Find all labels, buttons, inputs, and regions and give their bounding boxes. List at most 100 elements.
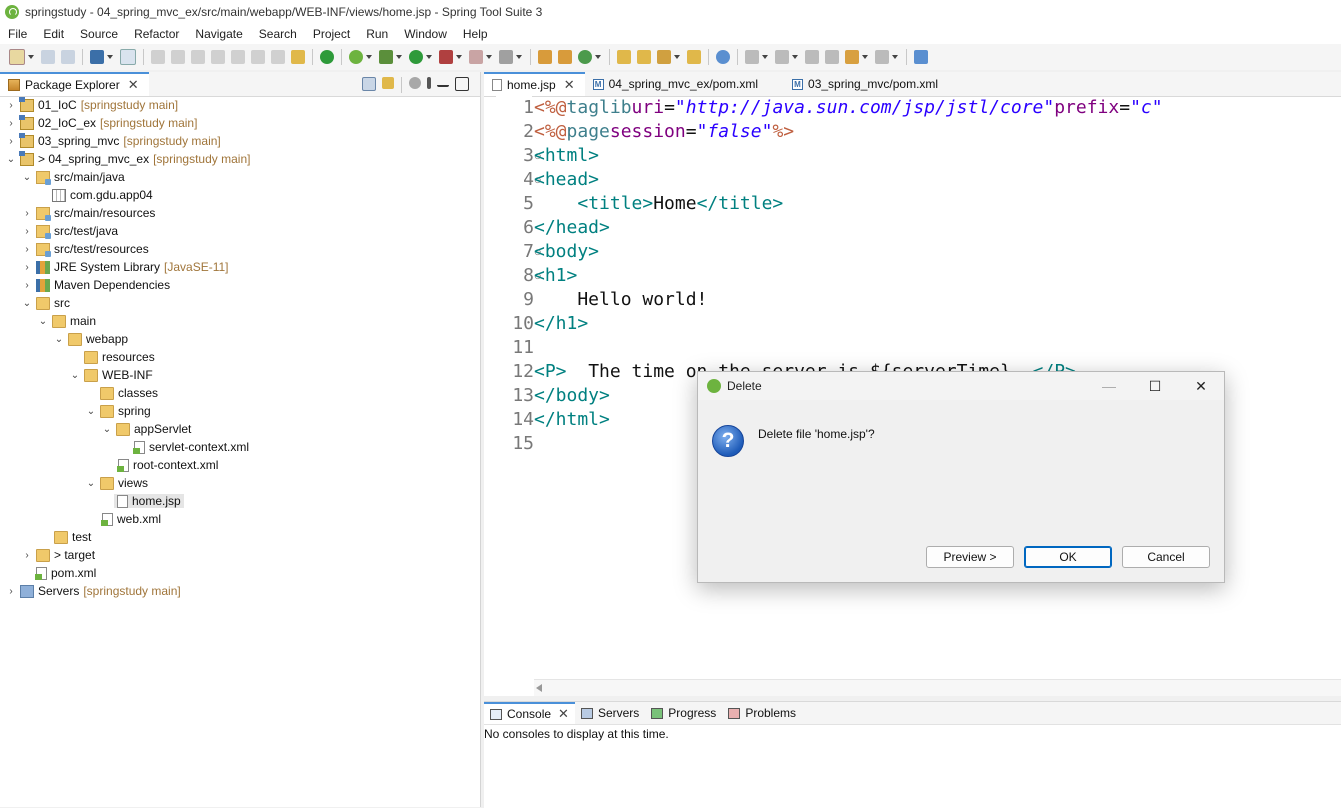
chevron-right-icon[interactable]: › <box>22 262 32 273</box>
tree-item-pom-xml[interactable]: pom.xml <box>0 564 480 582</box>
terminate-icon[interactable] <box>191 50 205 64</box>
chevron-right-icon[interactable]: › <box>6 118 16 129</box>
tab-04-spring-mvc-ex-pom[interactable]: M 04_spring_mvc_ex/pom.xml <box>585 72 768 96</box>
forward-icon[interactable] <box>875 50 889 64</box>
new-java-class-icon[interactable] <box>558 50 572 64</box>
tree-item-03-spring-mvc[interactable]: › 03_spring_mvc [springstudy main] <box>0 132 480 150</box>
debug-icon[interactable] <box>379 50 393 64</box>
link-with-editor-icon[interactable] <box>382 77 394 89</box>
chevron-right-icon[interactable]: › <box>6 586 16 597</box>
menu-search[interactable]: Search <box>251 27 305 41</box>
chevron-down-icon[interactable]: ⌄ <box>86 478 96 489</box>
last-edit-location-icon[interactable] <box>805 50 819 64</box>
chevron-down-icon[interactable]: ⌄ <box>38 316 48 327</box>
chevron-right-icon[interactable]: › <box>22 550 32 561</box>
dialog-title-bar[interactable]: Delete — ☐ ✕ <box>698 372 1224 400</box>
drop-to-frame-icon[interactable] <box>291 50 305 64</box>
tree-item-src-main-java[interactable]: ⌄ src/main/java <box>0 168 480 186</box>
coverage-dropdown-icon[interactable] <box>456 55 462 59</box>
maximize-button[interactable]: ☐ <box>1132 372 1178 400</box>
tree-item-main[interactable]: ⌄ main <box>0 312 480 330</box>
preview-button[interactable]: Preview > <box>926 546 1014 568</box>
disconnect-icon[interactable] <box>211 50 225 64</box>
close-icon[interactable]: ✕ <box>558 706 569 722</box>
chevron-right-icon[interactable]: › <box>6 100 16 111</box>
step-over-icon[interactable] <box>251 50 265 64</box>
menu-help[interactable]: Help <box>455 27 496 41</box>
tree-item-test[interactable]: test <box>0 528 480 546</box>
chevron-down-icon[interactable]: ⌄ <box>6 154 16 165</box>
chevron-down-icon[interactable]: ⌄ <box>70 370 80 381</box>
new-java-package-icon[interactable] <box>538 50 552 64</box>
save-icon[interactable] <box>41 50 55 64</box>
back-icon[interactable] <box>845 50 859 64</box>
tree-item-resources[interactable]: resources <box>0 348 480 366</box>
tree-item-servlet-context-xml[interactable]: servlet-context.xml <box>0 438 480 456</box>
tree-item-home-jsp[interactable]: home.jsp <box>0 492 480 510</box>
horizontal-scrollbar[interactable] <box>534 679 1341 696</box>
tab-package-explorer[interactable]: Package Explorer ✕ <box>0 72 149 96</box>
tree-item-views[interactable]: ⌄ views <box>0 474 480 492</box>
step-return-icon[interactable] <box>271 50 285 64</box>
tree-item-src-test-java[interactable]: › src/test/java <box>0 222 480 240</box>
tab-progress[interactable]: Progress <box>645 702 722 724</box>
tree-item-01-ioc[interactable]: › 01_IoC [springstudy main] <box>0 96 480 114</box>
terminal-icon[interactable] <box>90 50 104 64</box>
menu-run[interactable]: Run <box>358 27 396 41</box>
spring-boot-icon[interactable] <box>349 50 363 64</box>
tree-item-target[interactable]: › > target <box>0 546 480 564</box>
run-dropdown-icon[interactable] <box>426 55 432 59</box>
tab-console[interactable]: Console ✕ <box>484 702 575 724</box>
menu-file[interactable]: File <box>0 27 35 41</box>
tree-item-web-xml[interactable]: web.xml <box>0 510 480 528</box>
terminal-dropdown-icon[interactable] <box>107 55 113 59</box>
resume-icon[interactable] <box>151 50 165 64</box>
spring-boot-dropdown-icon[interactable] <box>366 55 372 59</box>
tree-item-spring[interactable]: ⌄ spring <box>0 402 480 420</box>
tree-item-classes[interactable]: classes <box>0 384 480 402</box>
menu-source[interactable]: Source <box>72 27 126 41</box>
chevron-right-icon[interactable]: › <box>22 208 32 219</box>
chevron-down-icon[interactable]: ⌄ <box>102 424 112 435</box>
chevron-right-icon[interactable]: › <box>22 226 32 237</box>
close-icon[interactable]: ✕ <box>128 77 139 93</box>
external-tools-dropdown-icon[interactable] <box>516 55 522 59</box>
chevron-right-icon[interactable]: › <box>22 244 32 255</box>
tree-item-04-spring-mvc-ex[interactable]: ⌄ > 04_spring_mvc_ex [springstudy main] <box>0 150 480 168</box>
focus-icon[interactable] <box>409 77 421 89</box>
close-icon[interactable]: ✕ <box>564 77 575 93</box>
tree-item-src-main-resources[interactable]: › src/main/resources <box>0 204 480 222</box>
open-resource-icon[interactable] <box>637 50 651 64</box>
close-button[interactable]: ✕ <box>1178 372 1224 400</box>
edit-location-forward-icon[interactable] <box>825 50 839 64</box>
tab-problems[interactable]: Problems <box>722 702 802 724</box>
tab-03-spring-mvc-pom[interactable]: M 03_spring_mvc/pom.xml <box>784 72 948 96</box>
power-icon[interactable] <box>320 50 334 64</box>
run-icon[interactable] <box>409 50 423 64</box>
next-annotation-dropdown-icon[interactable] <box>762 55 768 59</box>
stop-dropdown-icon[interactable] <box>486 55 492 59</box>
chevron-down-icon[interactable]: ⌄ <box>54 334 64 345</box>
step-into-icon[interactable] <box>231 50 245 64</box>
tree-item-src-test-resources[interactable]: › src/test/resources <box>0 240 480 258</box>
tree-item-maven-dependencies[interactable]: › Maven Dependencies <box>0 276 480 294</box>
new-icon[interactable] <box>9 49 25 65</box>
forward-dropdown-icon[interactable] <box>892 55 898 59</box>
tab-home-jsp[interactable]: home.jsp ✕ <box>484 72 585 96</box>
tree-item-webapp[interactable]: ⌄ webapp <box>0 330 480 348</box>
debug-dropdown-icon[interactable] <box>396 55 402 59</box>
open-perspective-icon[interactable] <box>914 50 928 64</box>
next-annotation-icon[interactable] <box>745 50 759 64</box>
pencil-dropdown-icon[interactable] <box>674 55 680 59</box>
open-task-icon[interactable] <box>687 50 701 64</box>
tree-item-web-inf[interactable]: ⌄ WEB-INF <box>0 366 480 384</box>
maximize-icon[interactable] <box>455 77 469 91</box>
new-dropdown-icon[interactable] <box>28 55 34 59</box>
cancel-button[interactable]: Cancel <box>1122 546 1210 568</box>
chevron-down-icon[interactable]: ⌄ <box>22 298 32 309</box>
minimize-button[interactable]: — <box>1086 372 1132 400</box>
menu-navigate[interactable]: Navigate <box>187 27 250 41</box>
menu-edit[interactable]: Edit <box>35 27 72 41</box>
tree-item-jre-system-library[interactable]: › JRE System Library [JavaSE-11] <box>0 258 480 276</box>
tab-servers[interactable]: Servers <box>575 702 645 724</box>
